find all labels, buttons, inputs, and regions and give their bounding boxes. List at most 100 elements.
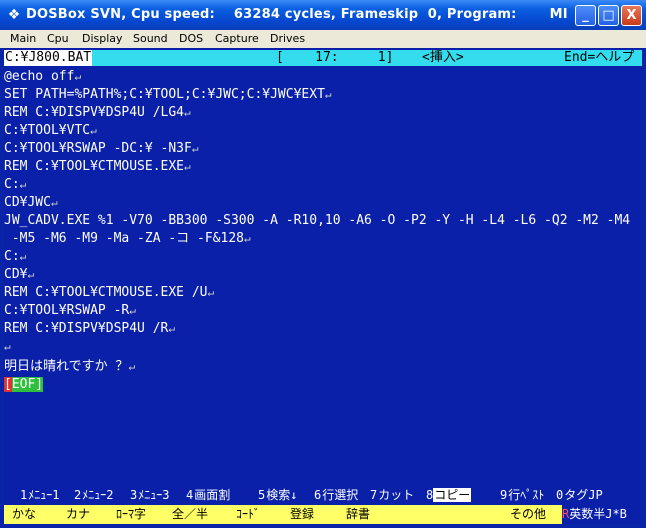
eof-marker: [EOF] [4, 376, 44, 394]
fkey-label: タグJP [563, 488, 604, 502]
maximize-button[interactable]: □ [598, 5, 619, 26]
menu-capture[interactable]: Capture [215, 30, 259, 48]
return-mark-icon: ↵ [50, 196, 58, 209]
return-mark-icon: ↵ [19, 178, 27, 191]
return-mark-icon: ↵ [90, 124, 97, 137]
fkey-2[interactable]: 2ﾒﾆｭｰ2 [74, 486, 115, 504]
text-line[interactable]: @echo off↵ [4, 68, 81, 86]
ime-kana-key[interactable]: かな [12, 505, 36, 524]
menu-sound[interactable]: Sound [133, 30, 168, 48]
fkey-label: カット [377, 488, 416, 502]
ime-code-key[interactable]: ｺｰﾄﾞ [236, 505, 260, 524]
text-line[interactable]: REM C:¥TOOL¥CTMOUSE.EXE /U↵ [4, 284, 214, 302]
fkey-label: ﾒﾆｭｰ1 [27, 488, 61, 502]
return-mark-icon: ↵ [27, 268, 35, 281]
ime-other-key[interactable]: その他 [510, 505, 546, 524]
line-text: CD¥ [4, 267, 28, 282]
help-hint: End=ヘルプ [564, 50, 635, 65]
fkey-label: 行ﾍﾟｽﾄ [507, 488, 546, 502]
line-text: @echo off [4, 69, 75, 84]
text-line[interactable]: REM C:¥DISPV¥DSP4U /R↵ [4, 320, 175, 338]
dosbox-app-icon[interactable]: ❖ [6, 7, 22, 23]
line-text: REM C:¥DISPV¥DSP4U /R [4, 321, 169, 336]
text-line[interactable]: C:¥TOOL¥VTC↵ [4, 122, 97, 140]
fkey-1[interactable]: 1ﾒﾆｭｰ1 [20, 486, 61, 504]
editor-filename: C:¥J800.BAT [4, 50, 93, 66]
line-text: REM C:¥DISPV¥DSP4U /LG4 [4, 105, 185, 120]
ime-fullhalf-key[interactable]: 全／半 [172, 505, 208, 524]
line-text: JW_CADV.EXE %1 -V70 -BB300 -S300 -A -R10… [4, 213, 631, 228]
ime-status-text: 英数半J*B [569, 507, 627, 521]
text-line[interactable]: ↵ [4, 338, 11, 356]
fkey-10[interactable]: 0タグJP [556, 486, 604, 504]
text-line[interactable]: REM C:¥DISPV¥DSP4U /LG4↵ [4, 104, 191, 122]
return-mark-icon: ↵ [243, 232, 251, 245]
fkey-label: コピー [433, 488, 472, 502]
text-line[interactable]: C:↵ [4, 176, 26, 194]
line-text: REM C:¥TOOL¥CTMOUSE.EXE /U [4, 285, 208, 300]
line-text: C:¥TOOL¥VTC [4, 123, 91, 138]
fkey-label: 検索↓ [265, 488, 299, 502]
text-line[interactable]: JW_CADV.EXE %1 -V70 -BB300 -S300 -A -R10… [4, 212, 630, 230]
line-text: C:¥TOOL¥RSWAP -DC:¥ -N3F [4, 141, 192, 156]
menu-main[interactable]: Main [10, 30, 36, 48]
insert-mode-indicator: <挿入> [422, 50, 464, 65]
text-cursor: [ [4, 377, 12, 392]
menu-bar: Main Cpu Display Sound DOS Capture Drive… [0, 30, 646, 48]
cursor-position: [ 17: 1] [276, 50, 394, 65]
line-text: CD¥JWC [4, 195, 51, 210]
editor-status-bar: C:¥J800.BAT [ 17: 1] <挿入> End=ヘルプ [4, 50, 642, 66]
return-mark-icon: ↵ [191, 142, 199, 155]
return-mark-icon: ↵ [129, 304, 136, 317]
text-line[interactable]: C:↵ [4, 248, 26, 266]
fkey-8[interactable]: 8コピー [426, 486, 472, 504]
minimize-button[interactable]: _ [575, 5, 596, 26]
editor-screen[interactable]: C:¥J800.BAT [ 17: 1] <挿入> End=ヘルプ @echo … [4, 48, 642, 524]
fkey-label: 画面割 [193, 488, 232, 502]
text-line[interactable]: REM C:¥TOOL¥CTMOUSE.EXE↵ [4, 158, 191, 176]
line-text: C:¥TOOL¥RSWAP -R [4, 303, 130, 318]
line-text: C: [4, 249, 20, 264]
ime-romaji-key[interactable]: ﾛｰﾏ字 [116, 505, 146, 524]
text-line[interactable]: CD¥JWC↵ [4, 194, 58, 212]
text-line[interactable]: SET PATH=%PATH%;C:¥TOOL;C:¥JWC;C:¥JWC¥EX… [4, 86, 332, 104]
menu-dos[interactable]: DOS [179, 30, 203, 48]
text-line[interactable]: -M5 -M6 -M9 -Ma -ZA -コ -F&128↵ [4, 230, 251, 248]
function-key-bar: 1ﾒﾆｭｰ1 2ﾒﾆｭｰ2 3ﾒﾆｭｰ3 4画面割 5検索↓ 6行選択 7カット… [4, 486, 642, 504]
return-mark-icon: ↵ [4, 340, 11, 353]
title-bar[interactable]: ❖ DOSBox SVN, Cpu speed: 63284 cycles, F… [0, 0, 646, 30]
return-mark-icon: ↵ [324, 88, 332, 101]
ime-katakana-key[interactable]: カナ [66, 505, 90, 524]
return-mark-icon: ↵ [168, 322, 175, 335]
window-title: DOSBox SVN, Cpu speed: 63284 cycles, Fra… [26, 7, 568, 22]
fkey-label: ﾒﾆｭｰ3 [137, 488, 171, 502]
text-line[interactable]: 明日は晴れですか ？↵ [4, 358, 135, 376]
menu-display[interactable]: Display [82, 30, 123, 48]
return-mark-icon: ↵ [184, 106, 191, 119]
text-line[interactable]: C:¥TOOL¥RSWAP -R↵ [4, 302, 136, 320]
fkey-label: 行選択 [321, 488, 360, 502]
text-line[interactable]: C:¥TOOL¥RSWAP -DC:¥ -N3F↵ [4, 140, 198, 158]
eof-label: EOF] [11, 377, 44, 392]
line-text: SET PATH=%PATH%;C:¥TOOL;C:¥JWC;C:¥JWC¥EX… [4, 87, 325, 102]
fkey-3[interactable]: 3ﾒﾆｭｰ3 [130, 486, 171, 504]
ime-dictionary-key[interactable]: 辞書 [346, 505, 370, 524]
return-mark-icon: ↵ [74, 70, 82, 83]
menu-drives[interactable]: Drives [270, 30, 305, 48]
line-text: -M5 -M6 -M9 -Ma -ZA -コ -F&128 [4, 231, 244, 246]
dosbox-window: ❖ DOSBox SVN, Cpu speed: 63284 cycles, F… [0, 0, 646, 528]
fkey-6[interactable]: 6行選択 [314, 486, 360, 504]
text-line[interactable]: CD¥↵ [4, 266, 34, 284]
menu-cpu[interactable]: Cpu [47, 30, 69, 48]
return-mark-icon: ↵ [128, 360, 136, 373]
fkey-5[interactable]: 5検索↓ [258, 486, 299, 504]
ime-register-key[interactable]: 登録 [290, 505, 314, 524]
fkey-4[interactable]: 4画面割 [186, 486, 232, 504]
close-button[interactable]: X [621, 5, 642, 26]
input-method-bar: かな カナ ﾛｰﾏ字 全／半 ｺｰﾄﾞ 登録 辞書 その他 R英数半J*B [4, 505, 642, 524]
return-mark-icon: ↵ [19, 250, 27, 263]
line-text: 明日は晴れですか ？ [4, 359, 129, 374]
fkey-9[interactable]: 9行ﾍﾟｽﾄ [500, 486, 546, 504]
return-mark-icon: ↵ [184, 160, 191, 173]
fkey-7[interactable]: 7カット [370, 486, 416, 504]
